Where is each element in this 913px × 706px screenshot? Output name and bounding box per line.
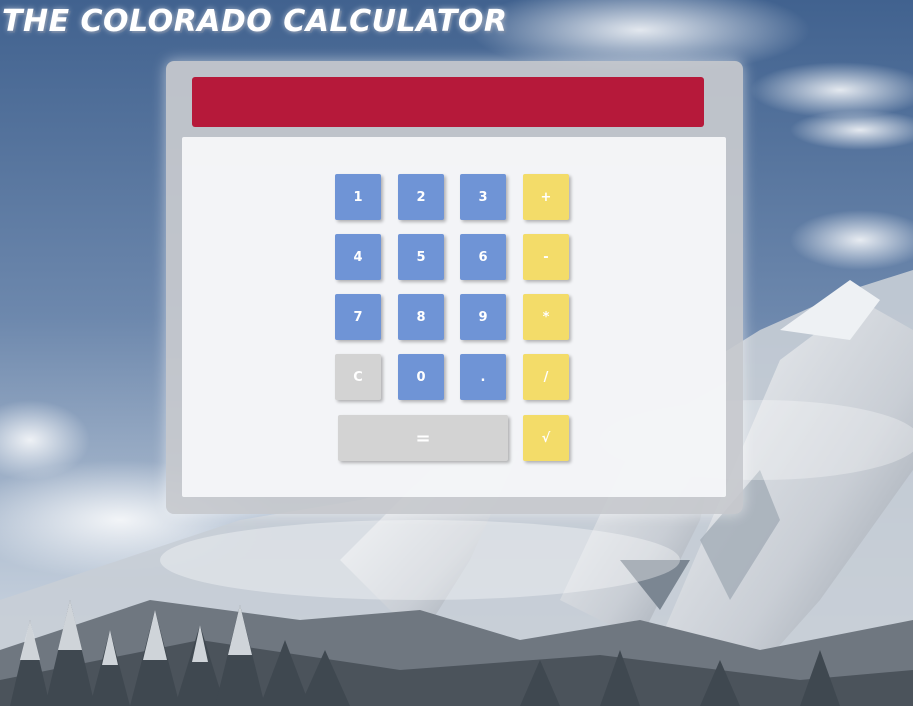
key-clear[interactable]: C xyxy=(335,354,381,400)
key-add[interactable]: + xyxy=(523,174,569,220)
key-divide[interactable]: / xyxy=(523,354,569,400)
calculator-display xyxy=(192,77,704,127)
key-equals[interactable]: = xyxy=(338,415,508,461)
key-square-root[interactable]: √ xyxy=(523,415,569,461)
app-title: The Colorado Calculator xyxy=(2,4,508,39)
key-2[interactable]: 2 xyxy=(398,174,444,220)
key-0[interactable]: 0 xyxy=(398,354,444,400)
key-9[interactable]: 9 xyxy=(460,294,506,340)
keypad: 1 2 3 + 4 5 6 - 7 8 9 * C 0 . / = √ xyxy=(182,137,726,497)
key-subtract[interactable]: - xyxy=(523,234,569,280)
key-decimal[interactable]: . xyxy=(460,354,506,400)
calculator: 1 2 3 + 4 5 6 - 7 8 9 * C 0 . / = √ xyxy=(166,61,743,514)
key-1[interactable]: 1 xyxy=(335,174,381,220)
key-7[interactable]: 7 xyxy=(335,294,381,340)
key-5[interactable]: 5 xyxy=(398,234,444,280)
key-3[interactable]: 3 xyxy=(460,174,506,220)
key-4[interactable]: 4 xyxy=(335,234,381,280)
key-8[interactable]: 8 xyxy=(398,294,444,340)
key-multiply[interactable]: * xyxy=(523,294,569,340)
key-6[interactable]: 6 xyxy=(460,234,506,280)
